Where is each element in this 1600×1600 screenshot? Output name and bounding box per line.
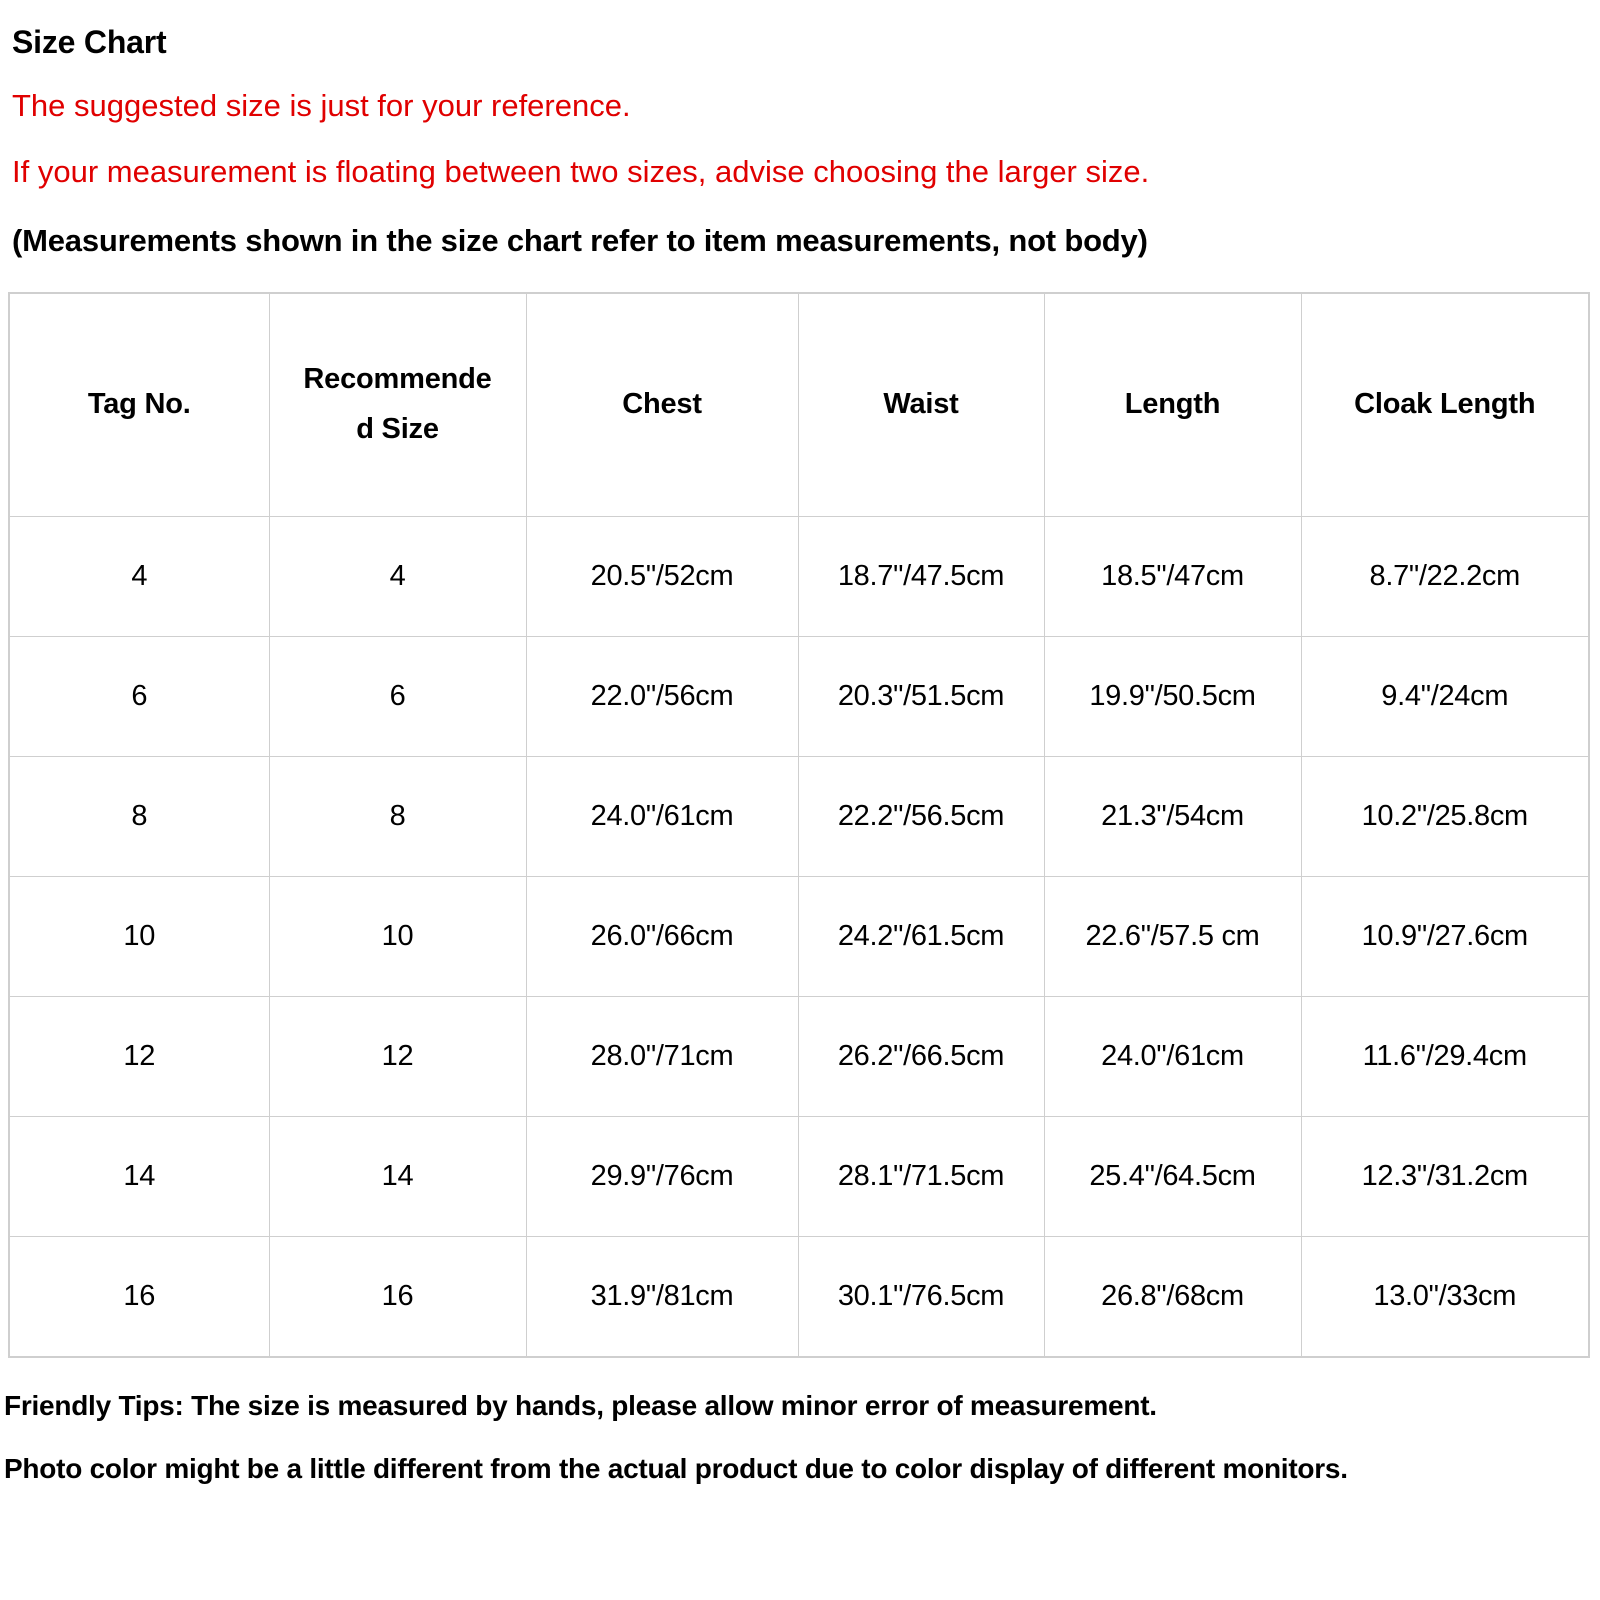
cell-tag-no: 14 [8,1116,270,1237]
cell-tag-no: 8 [8,756,270,877]
table-header-row: Tag No. Recommende d Size Chest Waist Le… [8,292,1590,517]
cell-recommended-size: 10 [268,876,527,997]
cell-length: 25.4"/64.5cm [1043,1116,1302,1237]
cell-length: 22.6"/57.5 cm [1043,876,1302,997]
cell-waist: 18.7"/47.5cm [797,516,1045,637]
cell-recommended-size: 4 [268,516,527,637]
column-header-recommended-size-line1: Recommende [303,363,492,396]
cell-cloak-length: 8.7"/22.2cm [1300,516,1590,637]
cell-waist: 30.1"/76.5cm [797,1236,1045,1358]
column-header-waist: Waist [797,292,1045,517]
column-header-cloak-length-label: Cloak Length [1354,388,1536,421]
column-header-recommended-size: Recommende d Size [268,292,527,517]
cell-recommended-size: 6 [268,636,527,757]
table-row: 6 6 22.0"/56cm 20.3"/51.5cm 19.9"/50.5cm… [8,636,1590,757]
cell-chest: 28.0"/71cm [525,996,799,1117]
table-row: 10 10 26.0"/66cm 24.2"/61.5cm 22.6"/57.5… [8,876,1590,997]
page-title: Size Chart [12,24,167,60]
cell-tag-no: 6 [8,636,270,757]
cell-cloak-length: 11.6"/29.4cm [1300,996,1590,1117]
cell-chest: 20.5"/52cm [525,516,799,637]
cell-chest: 31.9"/81cm [525,1236,799,1358]
cell-cloak-length: 13.0"/33cm [1300,1236,1590,1358]
cell-length: 24.0"/61cm [1043,996,1302,1117]
table-row: 12 12 28.0"/71cm 26.2"/66.5cm 24.0"/61cm… [8,996,1590,1117]
cell-waist: 24.2"/61.5cm [797,876,1045,997]
table-row: 14 14 29.9"/76cm 28.1"/71.5cm 25.4"/64.5… [8,1116,1590,1237]
note-between-sizes: If your measurement is floating between … [12,154,1150,189]
cell-recommended-size: 12 [268,996,527,1117]
cell-tag-no: 10 [8,876,270,997]
cell-length: 19.9"/50.5cm [1043,636,1302,757]
cell-length: 26.8"/68cm [1043,1236,1302,1358]
cell-tag-no: 16 [8,1236,270,1358]
column-header-waist-label: Waist [883,388,959,421]
cell-length: 21.3"/54cm [1043,756,1302,877]
cell-cloak-length: 10.2"/25.8cm [1300,756,1590,877]
column-header-chest-label: Chest [622,388,702,421]
column-header-recommended-size-line2: d Size [356,413,439,445]
size-table-body: 4 4 20.5"/52cm 18.7"/47.5cm 18.5"/47cm 8… [8,516,1590,1358]
tip-measurement-error: Friendly Tips: The size is measured by h… [4,1390,1157,1421]
column-header-length: Length [1043,292,1302,517]
cell-chest: 22.0"/56cm [525,636,799,757]
cell-recommended-size: 8 [268,756,527,877]
cell-waist: 22.2"/56.5cm [797,756,1045,877]
column-header-length-label: Length [1124,388,1221,421]
cell-cloak-length: 9.4"/24cm [1300,636,1590,757]
cell-waist: 28.1"/71.5cm [797,1116,1045,1237]
size-table-wrapper: Tag No. Recommende d Size Chest Waist Le… [0,256,1600,1358]
cell-waist: 20.3"/51.5cm [797,636,1045,757]
cell-tag-no: 4 [8,516,270,637]
cell-waist: 26.2"/66.5cm [797,996,1045,1117]
cell-tag-no: 12 [8,996,270,1117]
size-table-header: Tag No. Recommende d Size Chest Waist Le… [8,292,1590,517]
table-row: 8 8 24.0"/61cm 22.2"/56.5cm 21.3"/54cm 1… [8,756,1590,877]
footer-tips: Friendly Tips: The size is measured by h… [0,1358,1600,1488]
size-table: Tag No. Recommende d Size Chest Waist Le… [8,292,1590,1358]
size-chart-page: Size Chart The suggested size is just fo… [0,0,1600,1600]
cell-chest: 29.9"/76cm [525,1116,799,1237]
note-reference: The suggested size is just for your refe… [12,88,631,123]
cell-cloak-length: 12.3"/31.2cm [1300,1116,1590,1237]
column-header-cloak-length: Cloak Length [1300,292,1590,517]
intro-block: Size Chart The suggested size is just fo… [0,0,1600,256]
column-header-tag-no-label: Tag No. [87,388,191,421]
cell-length: 18.5"/47cm [1043,516,1302,637]
tip-photo-color: Photo color might be a little different … [4,1452,1348,1484]
cell-recommended-size: 14 [268,1116,527,1237]
cell-cloak-length: 10.9"/27.6cm [1300,876,1590,997]
cell-chest: 26.0"/66cm [525,876,799,997]
cell-recommended-size: 16 [268,1236,527,1358]
table-row: 4 4 20.5"/52cm 18.7"/47.5cm 18.5"/47cm 8… [8,516,1590,637]
column-header-tag-no: Tag No. [8,292,270,517]
cell-chest: 24.0"/61cm [525,756,799,877]
column-header-chest: Chest [525,292,799,517]
note-item-measurements: (Measurements shown in the size chart re… [12,223,1148,258]
table-row: 16 16 31.9"/81cm 30.1"/76.5cm 26.8"/68cm… [8,1236,1590,1358]
